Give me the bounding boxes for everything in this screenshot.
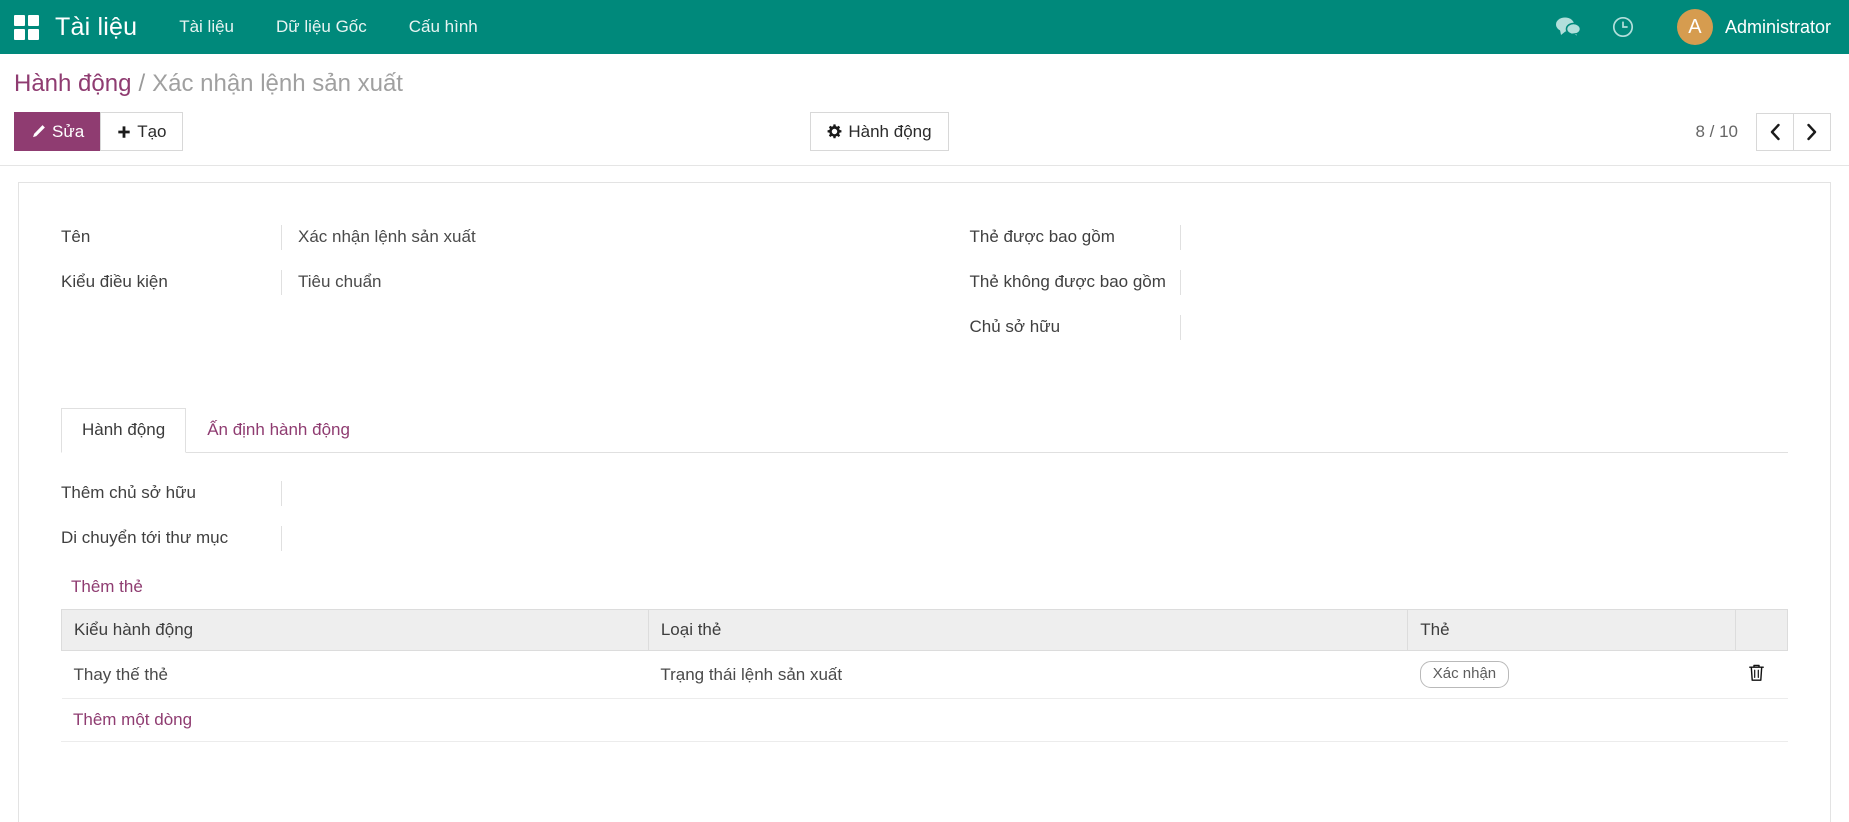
plus-icon: [117, 121, 131, 142]
nav-menu-configuration[interactable]: Cấu hình: [409, 17, 478, 37]
nav-menu-master-data[interactable]: Dữ liệu Gốc: [276, 17, 367, 37]
cell-action-type[interactable]: Thay thế thẻ: [62, 651, 649, 699]
pager-count: 8 / 10: [1695, 122, 1738, 142]
column-header-tag-category[interactable]: Loại thẻ: [648, 610, 1407, 651]
edit-button-label: Sửa: [52, 122, 84, 141]
field-value-condition-type[interactable]: Tiêu chuẩn: [281, 270, 880, 295]
tab-action[interactable]: Hành động: [61, 408, 186, 453]
field-value-owner[interactable]: [1180, 315, 1789, 340]
action-menu-button[interactable]: Hành động: [810, 112, 948, 151]
chevron-left-icon: [1769, 123, 1781, 141]
column-header-actions: [1736, 610, 1788, 651]
tab-panel-action: Thêm chủ sở hữu Di chuyển tới thư mục Th…: [61, 453, 1788, 742]
pencil-icon: [31, 121, 46, 142]
nav-menu-documents[interactable]: Tài liệu: [179, 17, 234, 37]
field-label-move-to-folder: Di chuyển tới thư mục: [61, 526, 281, 551]
field-label-excluded-tags: Thẻ không được bao gồm: [970, 270, 1180, 295]
field-row-add-owner: Thêm chủ sở hữu: [61, 481, 1788, 506]
field-value-excluded-tags[interactable]: [1180, 270, 1789, 295]
breadcrumb-current: Xác nhận lệnh sản xuất: [152, 70, 403, 97]
user-name: Administrator: [1725, 17, 1831, 38]
table-row[interactable]: Thay thế thẻ Trạng thái lệnh sản xuất Xá…: [62, 651, 1788, 699]
user-menu[interactable]: A Administrator: [1677, 9, 1831, 45]
cell-delete: [1736, 651, 1788, 699]
avatar: A: [1677, 9, 1713, 45]
field-value-name[interactable]: Xác nhận lệnh sản xuất: [281, 225, 880, 250]
table-header: Kiểu hành động Loại thẻ Thẻ: [62, 610, 1788, 651]
cell-tag-category[interactable]: Trạng thái lệnh sản xuất: [648, 651, 1407, 699]
field-label-included-tags: Thẻ được bao gồm: [970, 225, 1180, 250]
pager: 8 / 10: [1695, 113, 1831, 151]
edit-button[interactable]: Sửa: [14, 112, 101, 151]
field-label-owner: Chủ sở hữu: [970, 315, 1180, 340]
create-button-label: Tạo: [137, 122, 166, 141]
breadcrumb: Hành động / Xác nhận lệnh sản xuất: [14, 70, 1831, 98]
field-value-move-to-folder[interactable]: [281, 526, 1788, 551]
field-value-included-tags[interactable]: [1180, 225, 1789, 250]
notebook: Hành động Ấn định hành động Thêm chủ sở …: [61, 408, 1788, 742]
pager-previous-button[interactable]: [1756, 113, 1794, 151]
chevron-right-icon: [1806, 123, 1818, 141]
field-row-owner: Chủ sở hữu: [970, 315, 1789, 340]
trash-icon[interactable]: [1748, 663, 1765, 682]
sheet-background: Tên Xác nhận lệnh sản xuất Kiểu điều kiệ…: [0, 166, 1849, 822]
field-row-move-to-folder: Di chuyển tới thư mục: [61, 526, 1788, 551]
field-value-add-owner[interactable]: [281, 481, 1788, 506]
gear-icon: [827, 121, 842, 142]
control-panel-center: Hành động: [183, 112, 1695, 151]
field-label-condition-type: Kiểu điều kiện: [61, 270, 281, 295]
column-header-tag[interactable]: Thẻ: [1408, 610, 1736, 651]
field-row-name: Tên Xác nhận lệnh sản xuất: [61, 225, 880, 250]
form-group-left: Tên Xác nhận lệnh sản xuất Kiểu điều kiệ…: [61, 217, 880, 360]
apps-grid-icon[interactable]: [14, 15, 39, 40]
brand-title[interactable]: Tài liệu: [55, 13, 137, 42]
breadcrumb-separator: /: [138, 70, 145, 97]
field-row-excluded-tags: Thẻ không được bao gồm: [970, 270, 1789, 295]
top-navbar: Tài liệu Tài liệu Dữ liệu Gốc Cấu hình A…: [0, 0, 1849, 54]
notebook-tabs: Hành động Ấn định hành động: [61, 408, 1788, 453]
add-tags-subtitle: Thêm thẻ: [71, 577, 1788, 597]
column-header-action-type[interactable]: Kiểu hành động: [62, 610, 649, 651]
form-grid: Tên Xác nhận lệnh sản xuất Kiểu điều kiệ…: [61, 217, 1788, 360]
messages-icon[interactable]: [1555, 16, 1581, 38]
form-group-right: Thẻ được bao gồm Thẻ không được bao gồm …: [970, 217, 1789, 360]
add-a-line-button[interactable]: Thêm một dòng: [61, 699, 1788, 742]
field-row-condition-type: Kiểu điều kiện Tiêu chuẩn: [61, 270, 880, 295]
cell-tag[interactable]: Xác nhận: [1408, 651, 1736, 699]
field-label-name: Tên: [61, 225, 281, 250]
tab-assign-action[interactable]: Ấn định hành động: [186, 408, 371, 453]
field-row-included-tags: Thẻ được bao gồm: [970, 225, 1789, 250]
form-sheet: Tên Xác nhận lệnh sản xuất Kiểu điều kiệ…: [18, 182, 1831, 822]
create-button[interactable]: Tạo: [100, 112, 183, 151]
tag-badge: Xác nhận: [1420, 661, 1509, 688]
breadcrumb-root[interactable]: Hành động: [14, 70, 131, 97]
table-body: Thay thế thẻ Trạng thái lệnh sản xuất Xá…: [62, 651, 1788, 699]
control-panel: Hành động / Xác nhận lệnh sản xuất Sửa Tạo: [0, 54, 1849, 166]
table-header-row: Kiểu hành động Loại thẻ Thẻ: [62, 610, 1788, 651]
action-menu-label: Hành động: [848, 122, 931, 141]
add-tags-table: Kiểu hành động Loại thẻ Thẻ Thay thế thẻ…: [61, 609, 1788, 699]
pager-next-button[interactable]: [1793, 113, 1831, 151]
activities-clock-icon[interactable]: [1611, 15, 1635, 39]
field-label-add-owner: Thêm chủ sở hữu: [61, 481, 281, 506]
control-panel-row: Sửa Tạo Hành động 8 / 10: [14, 112, 1831, 151]
